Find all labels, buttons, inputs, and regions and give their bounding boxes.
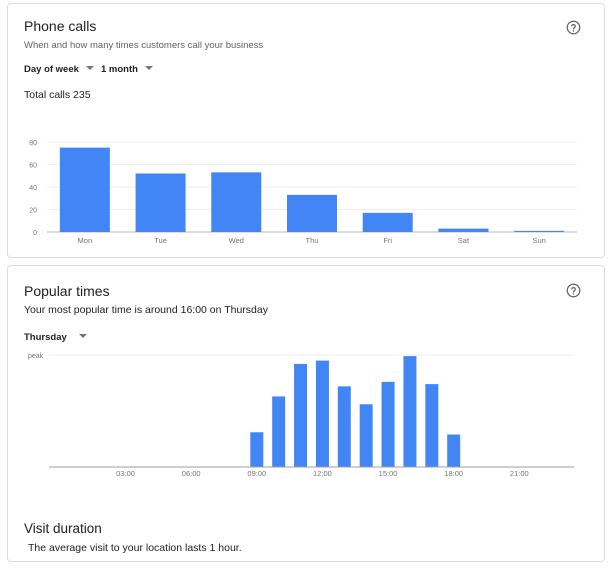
x-tick-label: Mon	[78, 236, 93, 245]
hour-bar	[403, 356, 417, 467]
hour-bar	[315, 360, 329, 467]
y-tick-label: 40	[29, 185, 37, 192]
x-tick-label: 18:00	[444, 469, 463, 478]
phone-calls-card: Phone calls When and how many times cust…	[7, 3, 605, 258]
visit-duration-title: Visit duration	[24, 521, 102, 536]
y-tick-label: 0	[33, 230, 37, 237]
peak-label: peak	[28, 353, 44, 360]
y-tick-label: 60	[29, 163, 37, 170]
bar-mon	[59, 147, 110, 232]
visit-duration-text: The average visit to your location lasts…	[28, 542, 242, 554]
hour-bar	[272, 396, 286, 467]
hour-bar	[447, 434, 461, 467]
hour-bar	[359, 404, 373, 467]
x-tick-label: 15:00	[379, 469, 398, 478]
y-tick-label: 80	[29, 140, 37, 147]
x-tick-label: Fri	[383, 236, 392, 245]
hour-bar	[381, 381, 395, 467]
bar-tue	[135, 173, 186, 232]
bar-thu	[287, 194, 337, 232]
x-tick-label: Tue	[154, 236, 167, 245]
hour-bar	[425, 384, 439, 467]
phone-calls-chart: 80 60 40 20 0 Mon Tue Wed Thu Fri Sat Sun	[29, 140, 577, 245]
x-tick-label: 03:00	[116, 469, 135, 478]
bar-sun	[514, 230, 565, 232]
x-tick-label: Sat	[458, 236, 470, 245]
x-tick-label: 21:00	[510, 469, 529, 478]
x-tick-label: 06:00	[182, 469, 201, 478]
x-tick-label: Wed	[229, 236, 244, 245]
bar-wed	[211, 172, 262, 232]
hour-bar	[294, 363, 308, 467]
hour-bar	[250, 432, 264, 467]
x-tick-label: 12:00	[313, 469, 332, 478]
bar-fri	[362, 212, 413, 232]
hour-bar	[337, 386, 351, 467]
bar-sat	[438, 228, 489, 232]
x-tick-label: 09:00	[247, 469, 266, 478]
y-tick-label: 20	[29, 208, 37, 215]
popular-times-chart: peak 03:00 06:00 09:00 12:00 15:00 18:00 21:00	[28, 353, 574, 478]
popular-times-card: Popular times Your most popular time is …	[7, 265, 605, 562]
x-tick-label: Sun	[532, 236, 545, 245]
x-tick-label: Thu	[306, 236, 319, 245]
